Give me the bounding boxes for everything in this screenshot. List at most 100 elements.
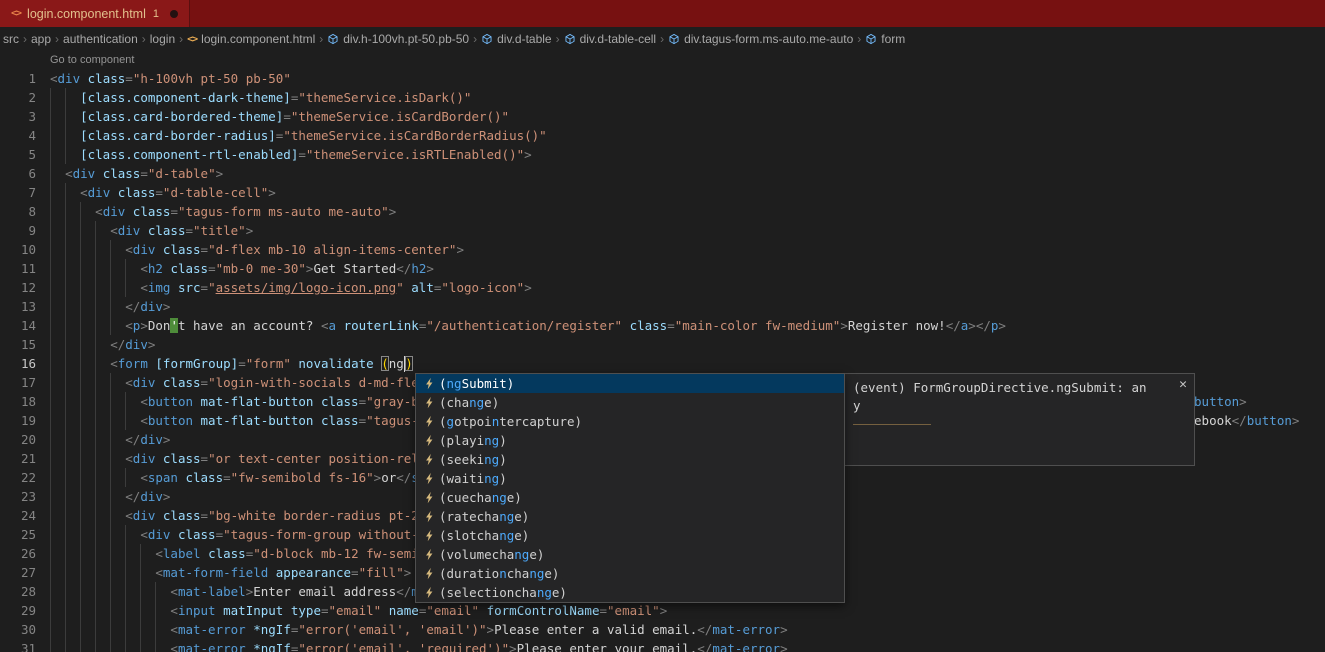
indent-guide bbox=[95, 468, 97, 487]
suggest-item-seeking[interactable]: (seeking) bbox=[416, 450, 844, 469]
indent-guide bbox=[110, 468, 112, 487]
line-number: 9 bbox=[28, 223, 36, 238]
code-line-4[interactable]: 4 [class.card-border-radius]="themeServi… bbox=[0, 126, 1325, 145]
line-number: 11 bbox=[20, 261, 36, 276]
code-line-7[interactable]: 7 <div class="d-table-cell"> bbox=[0, 183, 1325, 202]
code-line-29[interactable]: 29 <input matInput type="email" name="em… bbox=[0, 601, 1325, 620]
indent-guide bbox=[110, 620, 112, 639]
tab-login-component-html[interactable]: <> login.component.html 1 bbox=[0, 0, 190, 27]
code-line-10[interactable]: 10 <div class="d-flex mb-10 align-items-… bbox=[0, 240, 1325, 259]
breadcrumb-label: div.d-table-cell bbox=[579, 32, 657, 46]
code-line-1[interactable]: 1 <div class="h-100vh pt-50 pb-50" bbox=[0, 69, 1325, 88]
code-line-8[interactable]: 8 <div class="tagus-form ms-auto me-auto… bbox=[0, 202, 1325, 221]
code-line-9[interactable]: 9 <div class="title"> bbox=[0, 221, 1325, 240]
indent-guide bbox=[65, 544, 67, 563]
breadcrumb-item-app[interactable]: app bbox=[31, 32, 51, 46]
indent-guide bbox=[155, 639, 157, 652]
indent-guide bbox=[65, 335, 67, 354]
code-line-content: <h2 class="mb-0 me-30">Get Started</h2> bbox=[36, 259, 1325, 278]
code-line-11[interactable]: 11 <h2 class="mb-0 me-30">Get Started</h… bbox=[0, 259, 1325, 278]
code-line-13[interactable]: 13 </div> bbox=[0, 297, 1325, 316]
indent-guide bbox=[95, 601, 97, 620]
indent-guide bbox=[65, 563, 67, 582]
indent-guide bbox=[95, 544, 97, 563]
suggest-item-waiting[interactable]: (waiting) bbox=[416, 469, 844, 488]
suggest-item-ngSubmit[interactable]: (ngSubmit) bbox=[416, 374, 844, 393]
indent-guide bbox=[140, 582, 142, 601]
line-number: 5 bbox=[28, 147, 36, 162]
code-line-content: <input matInput type="email" name="email… bbox=[36, 601, 1325, 620]
indent-guide bbox=[110, 392, 112, 411]
indent-guide bbox=[65, 88, 67, 107]
breadcrumb-item-div-d-table[interactable]: div.d-table bbox=[481, 32, 552, 46]
indent-guide bbox=[95, 487, 97, 506]
breadcrumb-item-form[interactable]: form bbox=[865, 32, 905, 46]
indent-guide bbox=[50, 88, 51, 107]
indent-guide bbox=[80, 449, 82, 468]
breadcrumb-label: div.d-table bbox=[497, 32, 552, 46]
tab-problems-badge: 1 bbox=[152, 7, 159, 20]
code-line-3[interactable]: 3 [class.card-bordered-theme]="themeServ… bbox=[0, 107, 1325, 126]
event-icon bbox=[419, 434, 439, 447]
indent-guide bbox=[95, 373, 97, 392]
line-number: 17 bbox=[20, 375, 36, 390]
suggest-item-change[interactable]: (change) bbox=[416, 393, 844, 412]
code-line-16[interactable]: 16 <form [formGroup]="form" novalidate (… bbox=[0, 354, 1325, 373]
symbol-element-icon bbox=[564, 33, 576, 45]
suggest-widget: (ngSubmit) (change) (gotpointercapture) (pl… bbox=[415, 373, 845, 603]
codelens-link[interactable]: Go to component bbox=[0, 51, 1325, 69]
indent-guide bbox=[50, 392, 51, 411]
indent-guide bbox=[80, 392, 82, 411]
indent-guide bbox=[50, 335, 51, 354]
symbol-element-icon bbox=[668, 33, 680, 45]
breadcrumb-separator: › bbox=[319, 32, 324, 46]
code-line-31[interactable]: 31 <mat-error *ngIf="error('email', 'req… bbox=[0, 639, 1325, 652]
code-line-14[interactable]: 14 <p>Don't have an account? <a routerLi… bbox=[0, 316, 1325, 335]
indent-guide bbox=[80, 240, 82, 259]
indent-guide bbox=[95, 354, 97, 373]
code-line-2[interactable]: 2 [class.component-dark-theme]="themeSer… bbox=[0, 88, 1325, 107]
suggest-item-selectionchange[interactable]: (selectionchange) bbox=[416, 583, 844, 602]
indent-guide bbox=[80, 316, 82, 335]
indent-guide bbox=[95, 316, 97, 335]
code-line-content: [class.card-border-radius]="themeService… bbox=[36, 126, 1325, 145]
indent-guide bbox=[125, 582, 127, 601]
breadcrumb-item-div-d-table-cell[interactable]: div.d-table-cell bbox=[564, 32, 656, 46]
indent-guide bbox=[80, 278, 82, 297]
breadcrumb-separator: › bbox=[473, 32, 478, 46]
indent-guide bbox=[50, 582, 51, 601]
line-number: 23 bbox=[20, 489, 36, 504]
dirty-indicator-icon[interactable] bbox=[170, 9, 178, 18]
line-number: 19 bbox=[20, 413, 36, 428]
close-icon[interactable]: ✕ bbox=[1179, 378, 1187, 391]
suggest-item-durationchange[interactable]: (durationchange) bbox=[416, 564, 844, 583]
indent-guide bbox=[110, 525, 112, 544]
indent-guide bbox=[140, 639, 142, 652]
suggest-item-cuechange[interactable]: (cuechange) bbox=[416, 488, 844, 507]
breadcrumb-item-login[interactable]: login bbox=[150, 32, 175, 46]
indent-guide bbox=[65, 202, 67, 221]
indent-guide bbox=[50, 107, 51, 126]
suggest-item-gotpointercapture[interactable]: (gotpointercapture) bbox=[416, 412, 844, 431]
code-line-15[interactable]: 15 </div> bbox=[0, 335, 1325, 354]
line-number: 2 bbox=[28, 90, 36, 105]
indent-guide bbox=[50, 126, 51, 145]
event-icon bbox=[419, 567, 439, 580]
code-line-5[interactable]: 5 [class.component-rtl-enabled]="themeSe… bbox=[0, 145, 1325, 164]
breadcrumb-item-div-tagus-form-ms-auto-me-auto[interactable]: div.tagus-form.ms-auto.me-auto bbox=[668, 32, 853, 46]
indent-guide bbox=[110, 259, 112, 278]
suggest-item-playing[interactable]: (playing) bbox=[416, 431, 844, 450]
line-number: 29 bbox=[20, 603, 36, 618]
suggest-item-ratechange[interactable]: (ratechange) bbox=[416, 507, 844, 526]
breadcrumb-item-div-h-100vh-pt-50-pb-50[interactable]: div.h-100vh.pt-50.pb-50 bbox=[327, 32, 469, 46]
breadcrumb-item-login-component-html[interactable]: <> login.component.html bbox=[187, 32, 315, 46]
event-icon bbox=[419, 529, 439, 542]
suggest-item-slotchange[interactable]: (slotchange) bbox=[416, 526, 844, 545]
code-line-12[interactable]: 12 <img src="assets/img/logo-icon.png" a… bbox=[0, 278, 1325, 297]
code-line-30[interactable]: 30 <mat-error *ngIf="error('email', 'ema… bbox=[0, 620, 1325, 639]
breadcrumb-item-authentication[interactable]: authentication bbox=[63, 32, 138, 46]
suggest-item-volumechange[interactable]: (volumechange) bbox=[416, 545, 844, 564]
breadcrumb-item-src[interactable]: src bbox=[3, 32, 19, 46]
code-line-6[interactable]: 6 <div class="d-table"> bbox=[0, 164, 1325, 183]
indent-guide bbox=[50, 601, 51, 620]
